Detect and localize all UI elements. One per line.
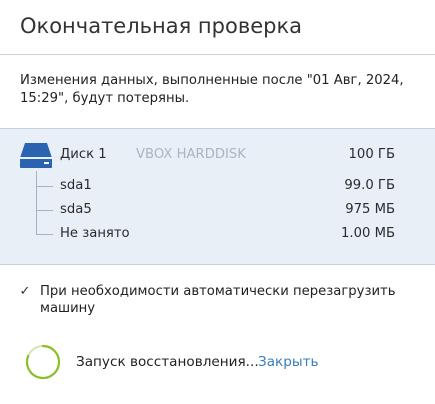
partition-name: sda5 — [60, 202, 92, 217]
hard-drive-icon — [20, 143, 52, 168]
partition-name: sda1 — [60, 178, 92, 193]
reboot-checkbox-label[interactable]: При необходимости автоматически перезагр… — [40, 283, 420, 317]
data-loss-warning: Изменения данных, выполненные после "01 … — [20, 73, 404, 106]
reboot-checkbox[interactable]: ✓ — [18, 285, 32, 299]
tree-line — [36, 171, 37, 235]
partition-size: 975 МБ — [345, 202, 395, 217]
disk-panel: Диск 1 VBOX HARDDISK 100 ГБ sda1 99.0 ГБ… — [0, 128, 435, 265]
partition-size: 99.0 ГБ — [344, 178, 395, 193]
tree-branch — [36, 210, 53, 211]
close-link[interactable]: Закрыть — [258, 354, 319, 370]
disk-name: Диск 1 — [60, 147, 107, 162]
disk-size: 100 ГБ — [348, 147, 395, 162]
tree-branch — [36, 234, 53, 235]
page-title: Окончательная проверка — [20, 14, 303, 38]
partition-size: 1.00 МБ — [341, 226, 395, 241]
disk-model: VBOX HARDDISK — [136, 147, 246, 162]
tree-branch — [36, 186, 53, 187]
recovery-status: Запуск восстановления... — [76, 354, 259, 370]
partition-name: Не занято — [60, 226, 130, 241]
progress-spinner-icon — [25, 344, 61, 380]
title-divider — [0, 54, 435, 55]
